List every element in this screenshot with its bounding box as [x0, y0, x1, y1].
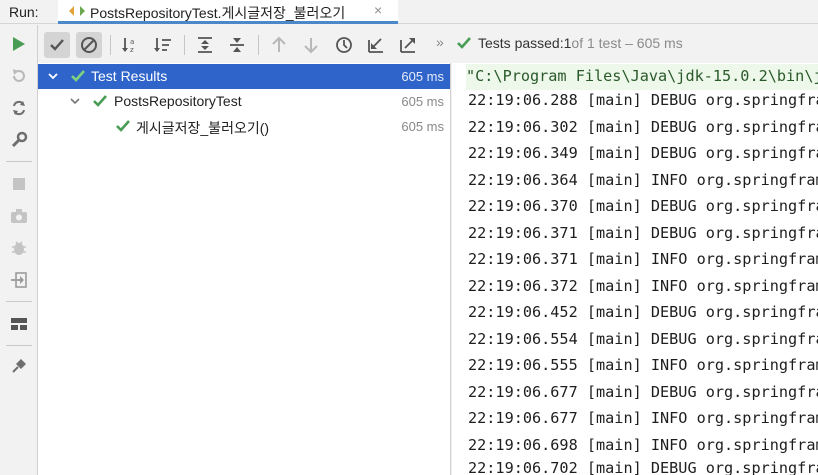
- toolbar-separator: [6, 161, 32, 162]
- toolbar-separator: [6, 345, 32, 346]
- console-output[interactable]: "C:\Program Files\Java\jdk-15.0.2\bin\j …: [452, 63, 818, 475]
- next-failed-test-icon[interactable]: [298, 32, 324, 58]
- toolbar-separator: [110, 35, 111, 55]
- test-config-icon: [69, 6, 85, 16]
- console-line: 22:19:06.698 [main] INFO org.springfram: [468, 435, 818, 454]
- export-test-results-icon[interactable]: [395, 32, 421, 58]
- show-ignored-icon[interactable]: [76, 32, 102, 58]
- chevron-down-icon[interactable]: [47, 70, 59, 82]
- tree-item-test-results[interactable]: Test Results 605 ms: [38, 64, 450, 89]
- test-history-icon[interactable]: [331, 32, 357, 58]
- rerun-icon[interactable]: [8, 33, 30, 55]
- close-tab-icon[interactable]: ×: [374, 2, 382, 18]
- tree-item-test-method[interactable]: 게시글저장_불러오기() 605 ms: [38, 114, 450, 139]
- wrench-icon[interactable]: [8, 129, 30, 151]
- check-icon: [116, 120, 130, 132]
- previous-failed-test-icon[interactable]: [266, 32, 292, 58]
- stop-icon[interactable]: [8, 173, 30, 195]
- chevron-down-icon[interactable]: [69, 95, 81, 107]
- import-test-results-icon[interactable]: [363, 32, 389, 58]
- svg-text:z: z: [130, 46, 134, 54]
- pin-icon[interactable]: [8, 355, 30, 377]
- tree-item-label: PostsRepositoryTest: [114, 93, 242, 109]
- svg-text:a: a: [130, 38, 134, 46]
- test-runner-toolbar: az » Tests passed: 1 of 1 test – 605 ms: [38, 25, 818, 63]
- toolbar-separator: [184, 35, 185, 55]
- console-line: 22:19:06.555 [main] INFO org.springfram: [468, 356, 818, 374]
- test-duration: 605 ms: [401, 94, 444, 109]
- test-duration: 605 ms: [401, 69, 444, 84]
- status-prefix: Tests passed:: [478, 35, 564, 51]
- check-icon: [93, 95, 107, 107]
- tree-item-posts-repository-test[interactable]: PostsRepositoryTest 605 ms: [38, 89, 450, 114]
- status-passed-count: 1: [563, 35, 572, 51]
- console-line: 22:19:06.702 [main] DEBUG org.springfra: [468, 459, 818, 475]
- console-line: 22:19:06.677 [main] DEBUG org.springfra: [468, 382, 818, 401]
- sort-alphabetically-icon[interactable]: az: [118, 32, 144, 58]
- console-line: 22:19:06.452 [main] DEBUG org.springfra: [468, 303, 818, 321]
- check-icon: [457, 37, 471, 49]
- tree-item-label: 게시글저장_불러오기(): [136, 120, 270, 136]
- status-summary: of 1 test – 605 ms: [571, 35, 683, 51]
- run-label: Run:: [9, 4, 39, 20]
- test-results-tree: Test Results 605 ms PostsRepositoryTest …: [38, 63, 451, 475]
- tree-item-label: Test Results: [91, 68, 168, 84]
- toolbar-separator: [6, 301, 32, 302]
- test-duration: 605 ms: [401, 119, 444, 134]
- import-tests-icon[interactable]: [8, 269, 30, 291]
- console-line: 22:19:06.677 [main] INFO org.springfram: [468, 409, 818, 427]
- console-line: 22:19:06.554 [main] DEBUG org.springfra: [468, 329, 818, 348]
- console-line: 22:19:06.371 [main] INFO org.springfram: [468, 250, 818, 268]
- console-line: 22:19:06.364 [main] INFO org.springfram: [468, 170, 818, 189]
- collapse-all-icon[interactable]: [224, 32, 250, 58]
- run-tab-posts-repository-test[interactable]: PostsRepositoryTest.게시글저장_불러오기 ×: [58, 0, 398, 24]
- show-passed-icon[interactable]: [44, 32, 70, 58]
- layout-icon[interactable]: [8, 313, 30, 335]
- rerun-failed-icon[interactable]: [8, 65, 30, 87]
- console-line: 22:19:06.302 [main] DEBUG org.springfra: [468, 117, 818, 136]
- sort-by-duration-icon[interactable]: [150, 32, 176, 58]
- left-action-toolbar: [0, 25, 38, 475]
- camera-icon[interactable]: [8, 205, 30, 227]
- toolbar-separator: [258, 35, 259, 55]
- console-command-line: "C:\Program Files\Java\jdk-15.0.2\bin\j: [466, 64, 818, 90]
- console-line: 22:19:06.372 [main] INFO org.springfram: [468, 276, 818, 295]
- more-actions-chevron-icon[interactable]: »: [436, 34, 444, 50]
- debug-bug-icon[interactable]: [8, 237, 30, 259]
- run-tab-bar: Run: PostsRepositoryTest.게시글저장_불러오기 ×: [0, 0, 818, 24]
- check-icon: [71, 70, 85, 82]
- console-line: 22:19:06.349 [main] DEBUG org.springfra: [468, 144, 818, 162]
- console-line: 22:19:06.288 [main] DEBUG org.springfra: [468, 91, 818, 109]
- expand-all-icon[interactable]: [192, 32, 218, 58]
- toggle-auto-test-icon[interactable]: [8, 97, 30, 119]
- test-status: Tests passed: 1 of 1 test – 605 ms: [456, 35, 683, 51]
- console-line: 22:19:06.370 [main] DEBUG org.springfra: [468, 197, 818, 215]
- console-line: 22:19:06.371 [main] DEBUG org.springfra: [468, 223, 818, 242]
- run-tab-title: PostsRepositoryTest.게시글저장_불러오기: [90, 5, 346, 21]
